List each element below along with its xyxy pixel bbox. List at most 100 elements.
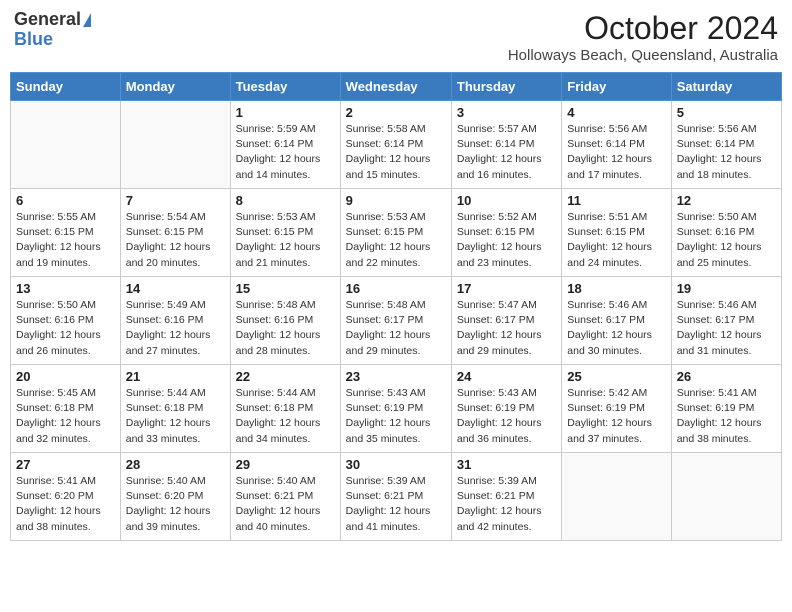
calendar-cell: 13 Sunrise: 5:50 AMSunset: 6:16 PMDayligh… [11, 277, 121, 365]
calendar-cell: 8Sunrise: 5:53 AMSunset: 6:15 PMDaylight… [230, 189, 340, 277]
day-number: 21 [126, 369, 225, 384]
calendar-cell: 28 Sunrise: 5:40 AMSunset: 6:20 PMDayligh… [120, 453, 230, 541]
location-title: Holloways Beach, Queensland, Australia [508, 47, 778, 64]
month-title: October 2024 [508, 10, 778, 47]
calendar-week-row: 1Sunrise: 5:59 AMSunset: 6:14 PMDaylight… [11, 101, 782, 189]
day-number: 19 [677, 281, 776, 296]
calendar-cell: 30 Sunrise: 5:39 AMSunset: 6:21 PMDayligh… [340, 453, 451, 541]
day-number: 18 [567, 281, 665, 296]
day-info: Sunrise: 5:52 AMSunset: 6:15 PMDaylight:… [457, 210, 556, 271]
calendar-cell: 27Sunrise: 5:41 AMSunset: 6:20 PMDayligh… [11, 453, 121, 541]
day-number: 13 [16, 281, 115, 296]
calendar-cell: 15 Sunrise: 5:48 AMSunset: 6:16 PMDayligh… [230, 277, 340, 365]
calendar-header-sunday: Sunday [11, 73, 121, 101]
day-number: 10 [457, 193, 556, 208]
day-number: 23 [346, 369, 446, 384]
calendar-cell: 19 Sunrise: 5:46 AMSunset: 6:17 PMDayligh… [671, 277, 781, 365]
calendar-cell: 16 Sunrise: 5:48 AMSunset: 6:17 PMDayligh… [340, 277, 451, 365]
calendar-cell [562, 453, 671, 541]
calendar-table: SundayMondayTuesdayWednesdayThursdayFrid… [10, 72, 782, 541]
calendar-cell: 2Sunrise: 5:58 AMSunset: 6:14 PMDaylight… [340, 101, 451, 189]
calendar-cell: 10 Sunrise: 5:52 AMSunset: 6:15 PMDayligh… [451, 189, 561, 277]
calendar-cell: 24 Sunrise: 5:43 AMSunset: 6:19 PMDayligh… [451, 365, 561, 453]
day-info: Sunrise: 5:49 AMSunset: 6:16 PMDaylight:… [126, 298, 225, 359]
day-info: Sunrise: 5:42 AMSunset: 6:19 PMDaylight:… [567, 386, 665, 447]
day-number: 6 [16, 193, 115, 208]
calendar-week-row: 13 Sunrise: 5:50 AMSunset: 6:16 PMDayligh… [11, 277, 782, 365]
day-info: Sunrise: 5:54 AMSunset: 6:15 PMDaylight:… [126, 210, 225, 271]
calendar-cell: 11 Sunrise: 5:51 AMSunset: 6:15 PMDayligh… [562, 189, 671, 277]
day-info: Sunrise: 5:47 AMSunset: 6:17 PMDaylight:… [457, 298, 556, 359]
logo-blue-text: Blue [14, 30, 53, 50]
calendar-cell: 1Sunrise: 5:59 AMSunset: 6:14 PMDaylight… [230, 101, 340, 189]
day-info: Sunrise: 5:51 AMSunset: 6:15 PMDaylight:… [567, 210, 665, 271]
day-number: 15 [236, 281, 335, 296]
day-number: 31 [457, 457, 556, 472]
calendar-cell: 18 Sunrise: 5:46 AMSunset: 6:17 PMDayligh… [562, 277, 671, 365]
day-info: Sunrise: 5:43 AMSunset: 6:19 PMDaylight:… [346, 386, 446, 447]
calendar-week-row: 27Sunrise: 5:41 AMSunset: 6:20 PMDayligh… [11, 453, 782, 541]
calendar-cell: 6 Sunrise: 5:55 AMSunset: 6:15 PMDaylight… [11, 189, 121, 277]
day-info: Sunrise: 5:44 AMSunset: 6:18 PMDaylight:… [236, 386, 335, 447]
day-number: 5 [677, 105, 776, 120]
calendar-header-saturday: Saturday [671, 73, 781, 101]
calendar-cell: 17 Sunrise: 5:47 AMSunset: 6:17 PMDayligh… [451, 277, 561, 365]
calendar-cell [671, 453, 781, 541]
logo-triangle-icon [83, 13, 91, 27]
calendar-header-monday: Monday [120, 73, 230, 101]
calendar-cell: 26 Sunrise: 5:41 AMSunset: 6:19 PMDayligh… [671, 365, 781, 453]
calendar-cell: 25 Sunrise: 5:42 AMSunset: 6:19 PMDayligh… [562, 365, 671, 453]
day-info: Sunrise: 5:45 AMSunset: 6:18 PMDaylight:… [16, 386, 115, 447]
day-info: Sunrise: 5:39 AMSunset: 6:21 PMDaylight:… [457, 474, 556, 535]
day-info: Sunrise: 5:43 AMSunset: 6:19 PMDaylight:… [457, 386, 556, 447]
day-info: Sunrise: 5:46 AMSunset: 6:17 PMDaylight:… [677, 298, 776, 359]
day-info: Sunrise: 5:48 AMSunset: 6:16 PMDaylight:… [236, 298, 335, 359]
day-number: 3 [457, 105, 556, 120]
calendar-cell: 31 Sunrise: 5:39 AMSunset: 6:21 PMDayligh… [451, 453, 561, 541]
day-info: Sunrise: 5:40 AMSunset: 6:20 PMDaylight:… [126, 474, 225, 535]
day-number: 27 [16, 457, 115, 472]
calendar-header-thursday: Thursday [451, 73, 561, 101]
day-number: 12 [677, 193, 776, 208]
day-number: 26 [677, 369, 776, 384]
calendar-cell: 21 Sunrise: 5:44 AMSunset: 6:18 PMDayligh… [120, 365, 230, 453]
day-number: 30 [346, 457, 446, 472]
day-info: Sunrise: 5:55 AMSunset: 6:15 PMDaylight:… [16, 210, 115, 271]
day-number: 16 [346, 281, 446, 296]
day-info: Sunrise: 5:57 AMSunset: 6:14 PMDaylight:… [457, 122, 556, 183]
day-number: 11 [567, 193, 665, 208]
page-header: General Blue October 2024 Holloways Beac… [10, 10, 782, 64]
day-info: Sunrise: 5:46 AMSunset: 6:17 PMDaylight:… [567, 298, 665, 359]
day-info: Sunrise: 5:48 AMSunset: 6:17 PMDaylight:… [346, 298, 446, 359]
day-number: 25 [567, 369, 665, 384]
logo-general-text: General [14, 10, 81, 30]
day-info: Sunrise: 5:41 AMSunset: 6:19 PMDaylight:… [677, 386, 776, 447]
calendar-cell: 14 Sunrise: 5:49 AMSunset: 6:16 PMDayligh… [120, 277, 230, 365]
day-number: 24 [457, 369, 556, 384]
calendar-week-row: 20Sunrise: 5:45 AMSunset: 6:18 PMDayligh… [11, 365, 782, 453]
day-number: 29 [236, 457, 335, 472]
day-info: Sunrise: 5:39 AMSunset: 6:21 PMDaylight:… [346, 474, 446, 535]
calendar-cell [120, 101, 230, 189]
calendar-header-tuesday: Tuesday [230, 73, 340, 101]
day-number: 28 [126, 457, 225, 472]
day-number: 4 [567, 105, 665, 120]
day-info: Sunrise: 5:53 AMSunset: 6:15 PMDaylight:… [346, 210, 446, 271]
logo: General Blue [14, 10, 91, 50]
day-info: Sunrise: 5:44 AMSunset: 6:18 PMDaylight:… [126, 386, 225, 447]
day-number: 22 [236, 369, 335, 384]
calendar-header-friday: Friday [562, 73, 671, 101]
calendar-cell: 9 Sunrise: 5:53 AMSunset: 6:15 PMDaylight… [340, 189, 451, 277]
day-info: Sunrise: 5:50 AMSunset: 6:16 PMDaylight:… [16, 298, 115, 359]
day-info: Sunrise: 5:50 AMSunset: 6:16 PMDaylight:… [677, 210, 776, 271]
day-info: Sunrise: 5:40 AMSunset: 6:21 PMDaylight:… [236, 474, 335, 535]
day-number: 17 [457, 281, 556, 296]
day-number: 9 [346, 193, 446, 208]
day-info: Sunrise: 5:56 AMSunset: 6:14 PMDaylight:… [677, 122, 776, 183]
calendar-cell: 23 Sunrise: 5:43 AMSunset: 6:19 PMDayligh… [340, 365, 451, 453]
day-info: Sunrise: 5:53 AMSunset: 6:15 PMDaylight:… [236, 210, 335, 271]
day-info: Sunrise: 5:59 AMSunset: 6:14 PMDaylight:… [236, 122, 335, 183]
day-number: 14 [126, 281, 225, 296]
calendar-cell: 20Sunrise: 5:45 AMSunset: 6:18 PMDayligh… [11, 365, 121, 453]
calendar-header-wednesday: Wednesday [340, 73, 451, 101]
